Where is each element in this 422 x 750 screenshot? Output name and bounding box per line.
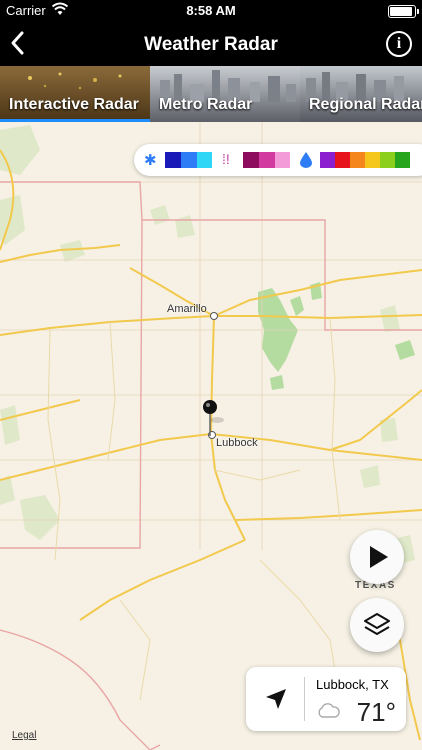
tab-interactive-radar[interactable]: Interactive Radar <box>0 66 150 122</box>
location-arrow-icon[interactable] <box>264 687 288 711</box>
rain-swatch <box>335 152 350 168</box>
rain-swatch <box>380 152 395 168</box>
tab-label: Interactive Radar <box>9 96 139 113</box>
card-divider <box>304 677 305 721</box>
snow-swatch <box>181 152 197 168</box>
tab-regional-radar[interactable]: Regional Radar <box>300 66 422 122</box>
location-name: Lubbock, TX <box>316 677 389 692</box>
info-icon[interactable]: i <box>386 31 412 57</box>
layers-icon <box>364 613 390 635</box>
rain-swatch <box>320 152 335 168</box>
precipitation-legend: ✱ ⁞! <box>134 144 422 176</box>
raindrop-icon <box>300 152 312 173</box>
rain-swatch <box>395 152 410 168</box>
clock: 8:58 AM <box>186 3 236 18</box>
city-dot-amarillo <box>210 312 218 320</box>
tab-label: Metro Radar <box>159 96 253 113</box>
location-pin-icon[interactable] <box>200 398 230 440</box>
rain-swatch <box>365 152 380 168</box>
current-conditions-card[interactable]: Lubbock, TX 71° <box>246 667 406 731</box>
mix-swatch <box>243 152 259 168</box>
navigation-bar: Weather Radar i <box>0 22 422 66</box>
play-button[interactable] <box>350 530 404 584</box>
page-title: Weather Radar <box>144 34 278 55</box>
battery-icon <box>388 5 419 18</box>
layers-button[interactable] <box>350 598 404 652</box>
mix-swatch <box>259 152 275 168</box>
mix-swatch <box>275 152 290 168</box>
radar-tabs: Interactive Radar Metro Radar Regional R… <box>0 66 422 122</box>
mix-icon: ⁞! <box>222 151 230 167</box>
city-label-amarillo: Amarillo <box>167 303 207 315</box>
snowflake-icon: ✱ <box>144 152 157 169</box>
status-bar: Carrier 8:58 AM <box>0 0 422 22</box>
play-icon <box>370 546 388 568</box>
current-temperature: 71° <box>356 697 396 727</box>
cloud-icon <box>318 703 340 718</box>
tab-label: Regional Radar <box>309 96 422 113</box>
snow-swatch <box>197 152 212 168</box>
snow-swatch <box>165 152 181 168</box>
legal-link[interactable]: Legal <box>12 730 36 741</box>
rain-swatch <box>350 152 365 168</box>
tab-metro-radar[interactable]: Metro Radar <box>150 66 300 122</box>
